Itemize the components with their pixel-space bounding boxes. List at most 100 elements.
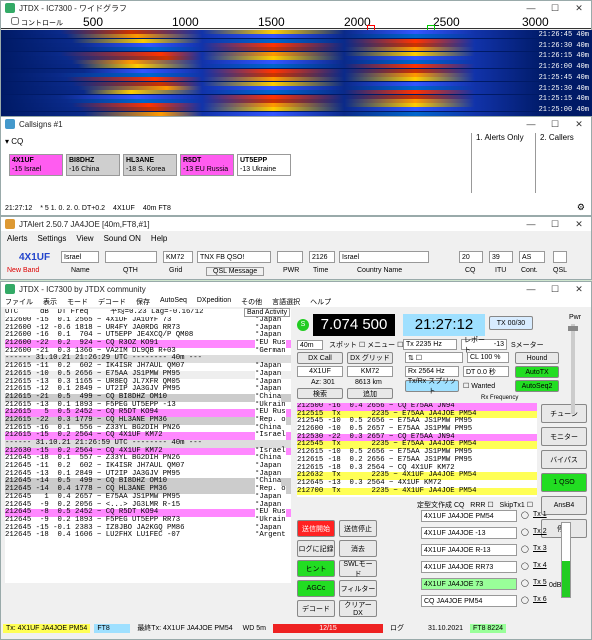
tx-macro-field[interactable]: 4X1UF JA4JOE 73 <box>421 578 517 590</box>
close-icon[interactable]: ✕ <box>567 217 591 231</box>
control-button[interactable]: チューン <box>541 404 587 423</box>
action-button[interactable]: 消去 <box>339 540 377 557</box>
control-button[interactable]: モニター <box>541 427 587 446</box>
decode-row[interactable]: 212645 -18 0.4 1606 ~ LU2FHX LU1FEC -07 °… <box>5 531 291 540</box>
maximize-icon[interactable]: ☐ <box>543 217 567 231</box>
gear-icon[interactable]: ⚙ <box>577 202 585 213</box>
power-slider[interactable] <box>568 324 578 414</box>
cq-field[interactable]: 20 <box>459 251 483 263</box>
pwr-field[interactable] <box>277 251 303 263</box>
tx-radio[interactable]: ◯ <box>521 545 529 553</box>
qsl-message-button[interactable]: QSL Message <box>206 267 265 276</box>
tx-period-button[interactable]: TX 00/30 <box>489 316 533 330</box>
close-icon[interactable]: ✕ <box>567 1 591 15</box>
tx-macro-field[interactable]: 4X1UF JA4JOE -13 <box>421 527 517 539</box>
maximize-icon[interactable]: ☐ <box>543 282 567 296</box>
main-menu-item[interactable]: ヘルプ <box>310 297 331 306</box>
callers-pane[interactable]: 2. Callers <box>535 133 574 193</box>
menu-view[interactable]: View <box>76 234 93 243</box>
callsign-chip[interactable]: 4X1UF -15 Israel <box>9 154 63 176</box>
dx-grid-button[interactable]: DX グリッド <box>347 352 393 364</box>
alerts-only-pane[interactable]: 1. Alerts Only <box>471 133 524 193</box>
control-button[interactable]: 1 QSO <box>541 473 587 492</box>
s-icon[interactable]: S <box>297 319 309 331</box>
lookup-button[interactable]: 検索 <box>297 388 343 399</box>
hound-button[interactable]: Hound <box>515 352 559 364</box>
rx-row[interactable]: 212700 Tx 2235 ~ 4X1UF JA4JOE PM54 <box>297 487 537 496</box>
action-button[interactable]: ヒント <box>297 560 335 577</box>
action-button[interactable]: クリアーDX <box>339 600 377 617</box>
maximize-icon[interactable]: ☐ <box>543 117 567 131</box>
name-field[interactable]: Israel <box>61 251 99 263</box>
add-button[interactable]: 追加 <box>347 388 393 399</box>
autoseq-button[interactable]: AutoSeq2 <box>515 380 559 392</box>
waterfall-display[interactable]: 21:26:45 40m 21:26:30 40m 21:26:15 40m 21:2… <box>1 30 592 116</box>
minimize-icon[interactable]: — <box>519 117 543 131</box>
tx-radio[interactable]: ◯ <box>521 596 529 604</box>
main-menu-item[interactable]: その他 <box>241 297 262 306</box>
time-field[interactable]: 2126 <box>309 251 335 263</box>
dx-grid-field[interactable]: KM72 <box>347 366 393 377</box>
minimize-icon[interactable]: — <box>519 1 543 15</box>
main-menu-item[interactable]: AutoSeq <box>160 297 187 306</box>
main-menu-item[interactable]: 言語選択 <box>272 297 300 306</box>
tx-radio[interactable]: ◯ <box>521 579 529 587</box>
close-icon[interactable]: ✕ <box>567 117 591 131</box>
lock-field[interactable]: ⇅ ☐ <box>405 352 463 363</box>
menu-sound[interactable]: Sound ON <box>104 234 141 243</box>
main-menu-item[interactable]: デコード <box>98 297 126 306</box>
cl-field[interactable]: CL 100 % <box>467 352 509 363</box>
tx-macro-field[interactable]: 4X1UF JA4JOE RR73 <box>421 561 517 573</box>
callsign-chip[interactable]: UT5EPP -13 Ukraine <box>237 154 291 176</box>
tx-radio[interactable]: ◯ <box>521 528 529 536</box>
menu-alerts[interactable]: Alerts <box>7 234 27 243</box>
control-button[interactable]: AnsB4 <box>541 496 587 515</box>
main-menu-item[interactable]: 表示 <box>43 297 57 306</box>
tx-label[interactable]: Tx 1 <box>533 511 547 518</box>
cont-field[interactable]: AS <box>519 251 545 263</box>
tx-label[interactable]: Tx 2 <box>533 528 547 535</box>
maximize-icon[interactable]: ☐ <box>543 1 567 15</box>
wanted-checkbox[interactable]: ☐ Wanted <box>463 382 495 390</box>
country-field[interactable]: Israel <box>339 251 429 263</box>
band-select[interactable]: 40m <box>297 340 323 350</box>
control-button[interactable]: バイパス <box>541 450 587 469</box>
callsign-chip[interactable]: BI8DHZ -16 China <box>66 154 120 176</box>
action-button[interactable]: 送信開始 <box>297 520 335 537</box>
qsl-field[interactable] <box>553 251 567 263</box>
action-button[interactable]: ログに記録 <box>297 540 335 557</box>
control-checkbox[interactable] <box>11 17 19 25</box>
tx-radio[interactable]: ◯ <box>521 562 529 570</box>
action-button[interactable]: 送信停止 <box>339 520 377 537</box>
tx-rx-split-button[interactable]: Tx/Rx スプリット <box>405 378 459 395</box>
qth-field[interactable] <box>105 251 157 263</box>
frequency-display[interactable]: 7.074 500 <box>313 314 395 336</box>
dx-call-field[interactable]: 4X1UF <box>297 366 343 377</box>
callsign-chip[interactable]: HL3ANE -18 S. Korea <box>123 154 177 176</box>
main-menu-item[interactable]: 保存 <box>136 297 150 306</box>
itu-field[interactable]: 39 <box>489 251 513 263</box>
menu-settings[interactable]: Settings <box>37 234 66 243</box>
action-button[interactable]: AGCc <box>297 580 335 597</box>
tx-label[interactable]: Tx 3 <box>533 545 547 552</box>
autotx-button[interactable]: AutoTX <box>515 366 559 378</box>
action-button[interactable]: SWLモード <box>339 560 377 578</box>
tx-label[interactable]: Tx 6 <box>533 596 547 603</box>
tx-label[interactable]: Tx 4 <box>533 562 547 569</box>
dx-call-button[interactable]: DX Call <box>297 352 343 364</box>
tx-macro-field[interactable]: 4X1UF JA4JOE PM54 <box>421 510 517 522</box>
report-field[interactable]: レポート -13 <box>461 337 507 354</box>
dt-field[interactable]: DT 0.0 秒 <box>463 366 509 377</box>
tx-radio[interactable]: ◯ <box>521 511 529 519</box>
main-menu-item[interactable]: モード <box>67 297 88 306</box>
tx-macro-field[interactable]: 4X1UF JA4JOE R-13 <box>421 544 517 556</box>
qsl-message-field[interactable]: TNX FB QSO! <box>197 251 271 263</box>
tx-macro-field[interactable]: CQ JA4JOE PM54 <box>421 595 517 607</box>
minimize-icon[interactable]: — <box>519 217 543 231</box>
callsign-chip[interactable]: R5DT -13 EU Russia <box>180 154 234 176</box>
rx-frequency-list[interactable]: 212500 -16 0.4 2656 ~ CQ E75AA JN94 21251… <box>297 403 537 497</box>
grid-field[interactable]: KM72 <box>163 251 193 263</box>
action-button[interactable]: フィルター <box>339 580 377 597</box>
minimize-icon[interactable]: — <box>519 282 543 296</box>
action-button[interactable]: デコード <box>297 600 335 617</box>
